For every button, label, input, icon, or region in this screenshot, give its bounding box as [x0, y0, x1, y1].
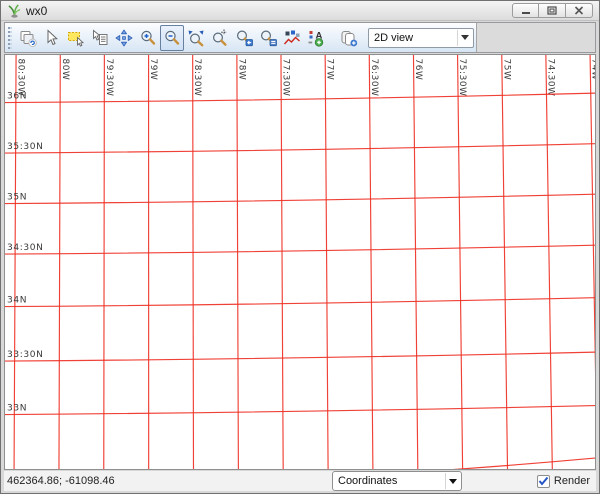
checkmark-icon — [538, 476, 549, 486]
parallel-line — [5, 458, 595, 469]
zoom-region-button[interactable] — [208, 25, 232, 51]
window-title: wx0 — [26, 4, 47, 18]
parallel-label: 36N — [7, 92, 27, 102]
zoom-in-icon — [139, 29, 157, 47]
meridian-line — [458, 55, 463, 469]
duplicate-display-button[interactable] — [337, 25, 361, 51]
select-rectangle-icon — [67, 29, 85, 47]
select-button[interactable] — [64, 25, 88, 51]
map-canvas[interactable]: 80:30W80W79:30W79W78:30W78W77:30W77W76:3… — [4, 54, 596, 470]
meridian-line — [281, 55, 283, 469]
window-titlebar[interactable]: wx0 — [1, 1, 599, 21]
view-mode-value: 2D view — [374, 32, 413, 44]
pointer-icon — [43, 29, 61, 47]
zoom-extent-button[interactable] — [184, 25, 208, 51]
meridian-label: 74:30W — [545, 58, 555, 96]
parallel-label: 35:30N — [7, 142, 43, 152]
pan-button[interactable] — [112, 25, 136, 51]
meridian-label: 78W — [236, 58, 246, 80]
parallel-line — [5, 298, 595, 307]
window-controls — [512, 3, 593, 18]
view-mode-select[interactable]: 2D view — [368, 28, 474, 48]
render-checkbox[interactable] — [537, 475, 550, 488]
toolbar-filler — [477, 23, 595, 52]
minimize-icon — [521, 6, 531, 15]
statusbar-mode-value: Coordinates — [338, 475, 397, 487]
chevron-down-icon — [457, 30, 472, 46]
render-map-icon — [19, 29, 37, 47]
meridian-label: 77:30W — [280, 58, 290, 96]
close-icon — [574, 6, 584, 15]
meridian-label: 80W — [60, 58, 70, 80]
pointer-button[interactable] — [40, 25, 64, 51]
render-label: Render — [554, 475, 590, 487]
coordinates-readout: 462364.86; -61098.46 — [7, 475, 115, 487]
analyze-button[interactable] — [280, 25, 304, 51]
meridian-label: 79W — [148, 58, 158, 80]
parallel-label: 33N — [7, 404, 27, 414]
app-window: wx0 — [0, 0, 600, 494]
meridian-label: 75:30W — [457, 58, 467, 96]
meridian-label: 75W — [501, 58, 511, 80]
zoom-out-button[interactable] — [160, 25, 184, 51]
analyze-chart-icon — [283, 29, 301, 47]
zoom-options-button[interactable] — [256, 25, 280, 51]
meridian-line — [104, 55, 105, 469]
meridian-label: 79:30W — [104, 58, 114, 96]
parallel-label: 34:30N — [7, 243, 43, 253]
maximize-button[interactable] — [539, 3, 566, 18]
meridian-line — [369, 55, 373, 469]
parallel-label: 34N — [7, 296, 27, 306]
pan-arrows-icon — [115, 29, 133, 47]
toolbar-gripper[interactable] — [8, 27, 12, 49]
meridian-label: 74W — [590, 58, 595, 80]
statusbar: 462364.86; -61098.46 Coordinates Render — [4, 471, 596, 491]
meridian-line — [59, 55, 60, 469]
close-button[interactable] — [566, 3, 593, 18]
meridian-label: 76W — [413, 58, 423, 80]
meridian-line — [502, 55, 508, 469]
zoom-out-icon — [163, 29, 181, 47]
grass-gis-app-icon — [7, 4, 22, 18]
toolbar-strip: A 2D view — [4, 22, 596, 53]
zoom-extent-icon — [187, 29, 205, 47]
zoom-back-icon — [235, 29, 253, 47]
meridian-line — [590, 55, 595, 469]
graticule-grid: 80:30W80W79:30W79W78:30W78W77:30W77W76:3… — [5, 55, 595, 469]
query-button[interactable] — [88, 25, 112, 51]
meridian-line — [325, 55, 328, 469]
parallel-line — [5, 194, 595, 203]
parallel-line — [5, 144, 595, 153]
zoom-options-icon — [259, 29, 277, 47]
statusbar-mode-select[interactable]: Coordinates — [332, 471, 462, 491]
meridian-line — [193, 55, 194, 469]
meridian-label: 78:30W — [192, 58, 202, 96]
add-overlay-icon: A — [307, 29, 325, 47]
minimize-button[interactable] — [512, 3, 539, 18]
chevron-down-icon — [445, 473, 460, 489]
maximize-icon — [547, 6, 557, 15]
parallel-label: 35N — [7, 193, 27, 203]
map-display-toolbar: A 2D view — [5, 23, 477, 52]
parallel-line — [5, 93, 595, 102]
query-info-icon — [91, 29, 109, 47]
meridian-line — [413, 55, 417, 469]
zoom-region-icon — [211, 29, 229, 47]
render-map-button[interactable] — [16, 25, 40, 51]
add-overlay-button[interactable]: A — [304, 25, 328, 51]
parallel-label: 33:30N — [7, 350, 43, 360]
meridian-label: 77W — [325, 58, 335, 80]
zoom-back-button[interactable] — [232, 25, 256, 51]
meridian-line — [237, 55, 239, 469]
meridian-label: 76:30W — [369, 58, 379, 96]
zoom-in-button[interactable] — [136, 25, 160, 51]
duplicate-display-icon — [340, 29, 358, 47]
render-toggle-group: Render — [537, 471, 590, 491]
parallel-line — [5, 245, 595, 254]
